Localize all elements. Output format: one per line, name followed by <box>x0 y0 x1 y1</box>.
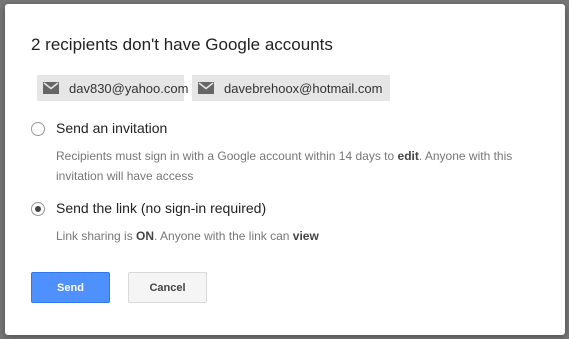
cancel-button[interactable]: Cancel <box>128 272 207 303</box>
radio-send-invitation[interactable] <box>31 122 45 136</box>
option-label[interactable]: Send the link (no sign-in required) <box>56 200 266 216</box>
send-button[interactable]: Send <box>31 272 110 303</box>
recipient-chip[interactable]: davebrehoox@hotmail.com <box>192 75 390 101</box>
mail-icon <box>43 82 59 94</box>
recipient-chip[interactable]: dav830@yahoo.com <box>37 75 188 101</box>
option-description: Recipients must sign in with a Google ac… <box>56 149 513 183</box>
mail-icon <box>198 82 214 94</box>
radio-send-link[interactable] <box>31 202 45 216</box>
option-description: Link sharing is ON. Anyone with the link… <box>56 229 319 243</box>
option-label[interactable]: Send an invitation <box>56 120 167 136</box>
share-dialog: 2 recipients don't have Google accounts … <box>5 4 565 335</box>
recipient-email: davebrehoox@hotmail.com <box>224 80 383 96</box>
recipient-email: dav830@yahoo.com <box>69 80 189 96</box>
recipient-list: dav830@yahoo.com davebrehoox@hotmail.com <box>37 75 390 101</box>
dialog-title: 2 recipients don't have Google accounts <box>31 35 333 54</box>
